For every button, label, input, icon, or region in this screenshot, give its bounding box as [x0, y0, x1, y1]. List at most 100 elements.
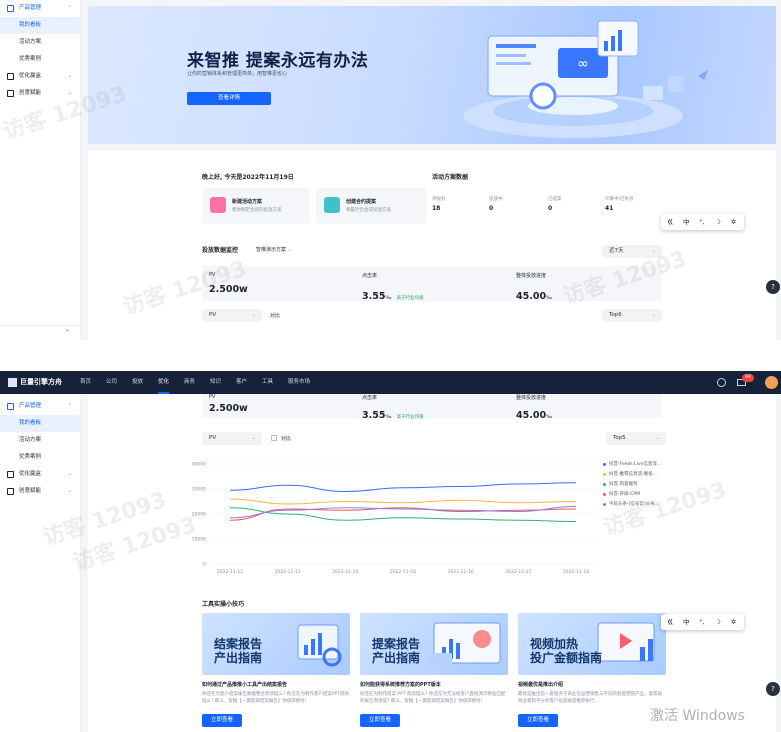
dashboard-card-scrolled: PV 2.500w 点击率 3.55‰ 高于行业均值 整体投放进度 45.00‰… [88, 394, 776, 732]
optimize-icon [7, 73, 14, 80]
box-icon [7, 403, 14, 410]
banner-illustration: ∞ [463, 20, 708, 138]
legend-swatch [603, 463, 606, 466]
new-activity-desc: 帮你制定合适的投放方案 [232, 208, 282, 213]
x-tick-label: 2022-11-15 [390, 569, 416, 575]
toolbar-lang-button[interactable]: 中 [683, 614, 690, 630]
metric-progress-value: 45.00‰ [516, 410, 553, 421]
tip-image-text: 视频加热 投广金额指南 [530, 637, 603, 665]
sidebar-item-dashboard[interactable]: 我的看板 [0, 415, 80, 432]
sidebar-group-product[interactable]: 产品管理 ⌃ [0, 398, 80, 415]
more-icon[interactable] [717, 378, 726, 387]
tip-title: 视频最优是推出介绍 [518, 682, 564, 688]
y-tick-label: 0 [203, 562, 206, 568]
tip-view-button[interactable]: 立即查看 [202, 714, 242, 727]
nav-market[interactable]: 服务市场 [288, 371, 310, 394]
nav-business[interactable]: 商务 [184, 371, 195, 394]
nav-knowledge[interactable]: 知识 [210, 371, 221, 394]
x-tick-label: 2022-11-14 [332, 569, 358, 575]
line-chart: 4000030000200001000002022-11-12 2022-11-1… [192, 462, 596, 575]
view-details-button[interactable]: 查看详情 [187, 92, 271, 105]
legend-item-0[interactable]: 抖音-Feeds Live信息流... [603, 460, 683, 470]
scheme-select[interactable]: 智推演示方案 ⌄ [256, 246, 292, 253]
metric-select[interactable]: PV ⌄ [202, 432, 262, 445]
top-select[interactable]: Top5 ⌄ [606, 432, 666, 445]
brand-name: 巨量引擎方舟 [20, 378, 62, 386]
sidebar-item-activity[interactable]: 活动方案 [0, 34, 80, 51]
sidebar-item-activity[interactable]: 活动方案 [0, 432, 80, 449]
screenshot-bottom: 巨量引擎方舟 首页 公司 投放 优化 商务 知识 客户 工具 服务市场 99 产… [0, 371, 781, 732]
toolbar-moon-icon[interactable]: ☽ [715, 214, 721, 230]
toolbar-dots-icon[interactable]: °, [699, 614, 704, 630]
metric-pv-label: PV [209, 394, 216, 400]
nav-company[interactable]: 公司 [106, 371, 117, 394]
tip-image-text: 提案报告 产出指南 [372, 637, 421, 665]
toolbar-gear-icon[interactable]: ✲ [731, 214, 736, 230]
compare-label: 对比 [281, 436, 292, 442]
metric-progress-label: 整体投放进度 [516, 273, 547, 279]
sidebar-item-cases[interactable]: 优秀案例 [0, 51, 80, 68]
y-tick-label: 30000 [192, 487, 206, 493]
sidebar-group-creative[interactable]: 创意赋能 ⌄ [0, 483, 80, 500]
legend-item-1[interactable]: 抖音-推荐信息流-联投... [603, 470, 683, 480]
tip-image-text: 结案报告 产出指南 [214, 637, 263, 665]
stat-planning[interactable]: 待规划 18 [432, 196, 446, 212]
nav-optimize[interactable]: 优化 [158, 371, 170, 394]
metric-pv-value: 2.500w [209, 403, 248, 414]
chevron-down-icon: ⌄ [67, 488, 72, 494]
sidebar-item-dashboard[interactable]: 我的看板 [0, 17, 80, 34]
tip-view-button[interactable]: 立即查看 [360, 714, 400, 727]
creative-icon [7, 90, 14, 97]
chevron-up-icon: ⌃ [67, 403, 72, 409]
tip-desc: 你还在为制作提案 PPT 而烦恼么? 你还在为无法给客户直接演示精准匹配的报告而… [360, 692, 506, 704]
chevron-down-icon: ⌄ [67, 73, 72, 79]
toolbar-logo-icon[interactable]: ㄍ [667, 614, 674, 630]
stat-proposed[interactable]: 已提案 0 [548, 196, 562, 212]
creative-icon [7, 488, 14, 495]
sidebar-group-product[interactable]: 产品管理 ⌃ [0, 0, 80, 17]
x-tick-label: 2022-11-13 [275, 569, 301, 575]
sidebar-group-optimize[interactable]: 优化赢盒 ⌄ [0, 466, 80, 483]
nav-clients[interactable]: 客户 [236, 371, 247, 394]
chevron-down-icon: ⌄ [251, 312, 256, 318]
metric-ctr-label: 点击率 [362, 395, 378, 401]
help-icon[interactable]: ? [766, 280, 780, 294]
stat-expired[interactable]: 计算中/已失效 41 [605, 196, 634, 212]
new-proposal-card[interactable]: 创建合约提案 将履行包合成投放方案 [316, 188, 426, 224]
toolbar-gear-icon[interactable]: ✲ [731, 614, 736, 630]
nav-tools[interactable]: 工具 [262, 371, 273, 394]
tip-card-1[interactable]: 结案报告 产出指南 如何通过产品推推小工具产出结案报告 你还在为客户结案报告数据整… [202, 613, 350, 732]
legend-swatch [603, 493, 606, 496]
stat-running[interactable]: 投放中 0 [489, 196, 503, 212]
tip-image: 提案报告 产出指南 [360, 613, 508, 675]
new-activity-title: 新建活动方案 [232, 199, 263, 205]
banner-title: 来智推 提案永远有办法 [187, 51, 369, 71]
x-tick-label: 2022-11-17 [505, 569, 531, 575]
legend-swatch [603, 503, 606, 506]
tip-desc: 最优是推出是一套服务于商业化运营销售与平均的智能营销产品，能帮助商业者和平分析客… [518, 692, 662, 704]
sidebar-group-optimize[interactable]: 优化赢盒 ⌄ [0, 68, 80, 85]
sidebar-item-cases[interactable]: 优秀案例 [0, 449, 80, 466]
tip-view-button[interactable]: 立即查看 [518, 714, 558, 727]
help-icon[interactable]: ? [766, 682, 780, 696]
mail-badge: 99 [742, 374, 754, 382]
toolbar-lang-button[interactable]: 中 [683, 214, 690, 230]
collapse-icon[interactable]: ⇤ [66, 328, 70, 334]
toolbar-logo-icon[interactable]: ㄍ [667, 214, 674, 230]
nav-home[interactable]: 首页 [80, 371, 91, 394]
avatar[interactable] [765, 376, 778, 389]
compare-checkbox[interactable] [271, 435, 277, 441]
new-activity-card[interactable]: 新建活动方案 帮你制定合适的投放方案 [202, 188, 310, 224]
metric-select[interactable]: PV ⌄ [202, 309, 262, 322]
tip-card-2[interactable]: 提案报告 产出指南 如何能获得系统推荐方案的PPT版本 你还在为制作提案 PPT … [360, 613, 508, 732]
nav-ads[interactable]: 投放 [132, 371, 143, 394]
new-proposal-icon [324, 197, 340, 213]
legend-swatch [603, 483, 606, 486]
tip-card-3[interactable]: 视频加热 投广金额指南 视频最优是推出介绍 最优是推出是一套服务于商业化运营销售与… [518, 613, 666, 732]
chevron-down-icon: ⌄ [287, 247, 292, 253]
video-illustration [597, 622, 655, 662]
top-select[interactable]: Top6 ⌄ [602, 309, 662, 322]
toolbar-dots-icon[interactable]: °, [699, 214, 704, 230]
toolbar-moon-icon[interactable]: ☽ [715, 614, 721, 630]
tip-title: 如何能获得系统推荐方案的PPT版本 [360, 682, 441, 688]
